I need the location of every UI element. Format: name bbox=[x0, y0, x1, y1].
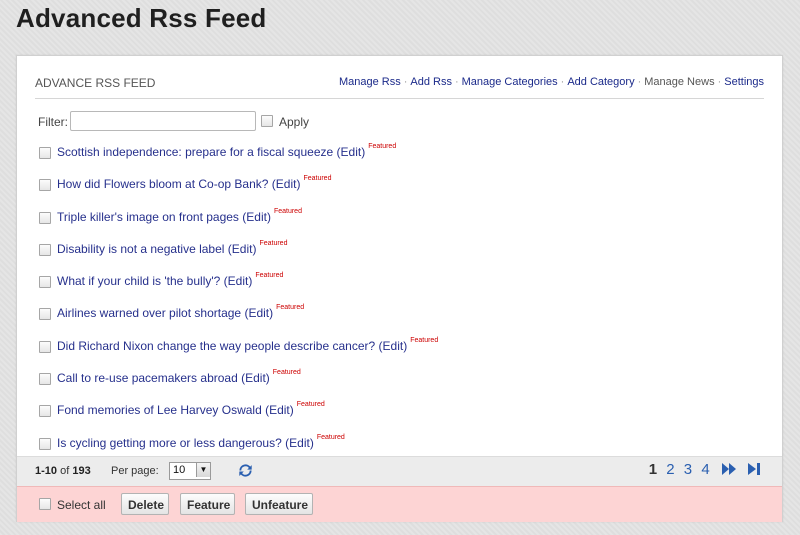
list-item: Call to re-use pacemakers abroad (Edit) F… bbox=[39, 368, 762, 400]
item-checkbox[interactable] bbox=[39, 405, 51, 418]
item-checkbox[interactable] bbox=[39, 437, 51, 450]
page-link[interactable]: 4 bbox=[701, 461, 709, 478]
unfeature-button[interactable]: Unfeature bbox=[245, 493, 313, 515]
edit-link[interactable]: (Edit) bbox=[285, 436, 314, 450]
delete-button[interactable]: Delete bbox=[121, 493, 169, 515]
item-title-link[interactable]: How did Flowers bloom at Co-op Bank? bbox=[57, 177, 268, 191]
filter-label: Filter: bbox=[38, 115, 68, 129]
nav-separator: · bbox=[637, 76, 642, 88]
list-item: What if your child is 'the bully'? (Edit… bbox=[39, 271, 762, 303]
edit-link[interactable]: (Edit) bbox=[272, 177, 301, 191]
rss-panel: ADVANCE RSS FEED Manage Rss · Add Rss · Mana… bbox=[16, 55, 783, 522]
item-checkbox[interactable] bbox=[39, 179, 51, 192]
item-checkbox[interactable] bbox=[39, 243, 51, 256]
edit-link[interactable]: (Edit) bbox=[244, 306, 273, 320]
action-bar: Select all Delete Feature Unfeature bbox=[17, 486, 782, 522]
nav-separator: · bbox=[403, 76, 408, 88]
item-title-link[interactable]: Triple killer's image on front pages bbox=[57, 210, 239, 224]
item-title-link[interactable]: Call to re-use pacemakers abroad bbox=[57, 371, 238, 385]
list-item: Disability is not a negative label (Edit… bbox=[39, 239, 762, 271]
item-title-link[interactable]: Scottish independence: prepare for a fis… bbox=[57, 145, 333, 159]
list-item: Scottish independence: prepare for a fis… bbox=[39, 142, 762, 174]
nav-manage-rss[interactable]: Manage Rss bbox=[339, 76, 401, 88]
filter-input[interactable] bbox=[70, 111, 256, 131]
nav-separator: · bbox=[454, 76, 459, 88]
per-page-select[interactable]: 10 ▼ bbox=[169, 462, 211, 480]
list-item: Did Richard Nixon change the way people … bbox=[39, 336, 762, 368]
result-of: of bbox=[60, 465, 70, 477]
featured-badge: Featured bbox=[259, 239, 288, 247]
list-item: Triple killer's image on front pages (Ed… bbox=[39, 207, 762, 239]
featured-badge: Featured bbox=[410, 336, 439, 344]
featured-badge: Featured bbox=[296, 401, 325, 409]
edit-link[interactable]: (Edit) bbox=[224, 274, 253, 288]
page-link[interactable]: 2 bbox=[666, 461, 674, 478]
featured-badge: Featured bbox=[316, 433, 345, 441]
refresh-icon[interactable] bbox=[238, 463, 253, 478]
item-title-link[interactable]: What if your child is 'the bully'? bbox=[57, 274, 220, 288]
feature-button[interactable]: Feature bbox=[180, 493, 235, 515]
panel-nav: Manage Rss · Add Rss · Manage Categories · Add… bbox=[339, 76, 764, 88]
item-title-link[interactable]: Airlines warned over pilot shortage bbox=[57, 306, 241, 320]
item-checkbox[interactable] bbox=[39, 373, 51, 386]
item-title-link[interactable]: Is cycling getting more or less dangerou… bbox=[57, 436, 282, 450]
nav-add-category[interactable]: Add Category bbox=[567, 76, 634, 88]
featured-badge: Featured bbox=[255, 272, 284, 280]
featured-badge: Featured bbox=[273, 207, 302, 215]
nav-manage-categories[interactable]: Manage Categories bbox=[462, 76, 558, 88]
nav-settings[interactable]: Settings bbox=[724, 76, 764, 88]
edit-link[interactable]: (Edit) bbox=[228, 242, 257, 256]
apply-checkbox[interactable] bbox=[261, 115, 273, 127]
apply-label: Apply bbox=[279, 115, 310, 129]
per-page-value: 10 bbox=[173, 464, 186, 476]
item-title-link[interactable]: Disability is not a negative label bbox=[57, 242, 224, 256]
item-title-link[interactable]: Did Richard Nixon change the way people … bbox=[57, 339, 375, 353]
page-link-current[interactable]: 1 bbox=[649, 461, 657, 478]
result-total: 193 bbox=[72, 465, 91, 477]
news-list: Scottish independence: prepare for a fis… bbox=[39, 142, 762, 465]
item-checkbox[interactable] bbox=[39, 211, 51, 224]
featured-badge: Featured bbox=[276, 304, 305, 312]
list-item: How did Flowers bloom at Co-op Bank? (Ed… bbox=[39, 174, 762, 206]
page-title: Advanced Rss Feed bbox=[16, 3, 267, 33]
pager-bar: 1-10 of 193 Per page: 10 ▼ 1 2 3 4 bbox=[17, 456, 782, 486]
featured-badge: Featured bbox=[272, 369, 301, 377]
nav-manage-news: Manage News bbox=[644, 76, 715, 88]
nav-add-rss[interactable]: Add Rss bbox=[410, 76, 452, 88]
panel-header: ADVANCE RSS FEED Manage Rss · Add Rss · Mana… bbox=[35, 74, 764, 99]
item-checkbox[interactable] bbox=[39, 308, 51, 321]
item-checkbox[interactable] bbox=[39, 147, 51, 159]
edit-link[interactable]: (Edit) bbox=[242, 210, 271, 224]
edit-link[interactable]: (Edit) bbox=[379, 339, 408, 353]
item-title-link[interactable]: Fond memories of Lee Harvey Oswald bbox=[57, 403, 262, 417]
pagination: 1 2 3 4 bbox=[644, 461, 760, 478]
list-item: Fond memories of Lee Harvey Oswald (Edit… bbox=[39, 400, 762, 432]
item-checkbox[interactable] bbox=[39, 276, 51, 289]
select-all-checkbox[interactable] bbox=[39, 498, 51, 510]
fast-forward-icon[interactable] bbox=[721, 463, 736, 475]
edit-link[interactable]: (Edit) bbox=[337, 145, 366, 159]
nav-separator: · bbox=[717, 76, 722, 88]
featured-badge: Featured bbox=[303, 175, 332, 183]
result-range: 1-10 bbox=[35, 465, 58, 477]
featured-badge: Featured bbox=[368, 143, 397, 150]
per-page-label: Per page: bbox=[111, 465, 159, 477]
panel-title: ADVANCE RSS FEED bbox=[35, 76, 156, 90]
page-link[interactable]: 3 bbox=[684, 461, 692, 478]
nav-separator: · bbox=[560, 76, 565, 88]
edit-link[interactable]: (Edit) bbox=[265, 403, 294, 417]
item-checkbox[interactable] bbox=[39, 340, 51, 353]
select-all-label: Select all bbox=[57, 498, 106, 512]
list-item: Airlines warned over pilot shortage (Edi… bbox=[39, 303, 762, 335]
edit-link[interactable]: (Edit) bbox=[241, 371, 270, 385]
last-page-icon[interactable] bbox=[748, 463, 760, 475]
chevron-down-icon: ▼ bbox=[196, 463, 210, 477]
result-count: 1-10 of 193 bbox=[35, 465, 91, 477]
